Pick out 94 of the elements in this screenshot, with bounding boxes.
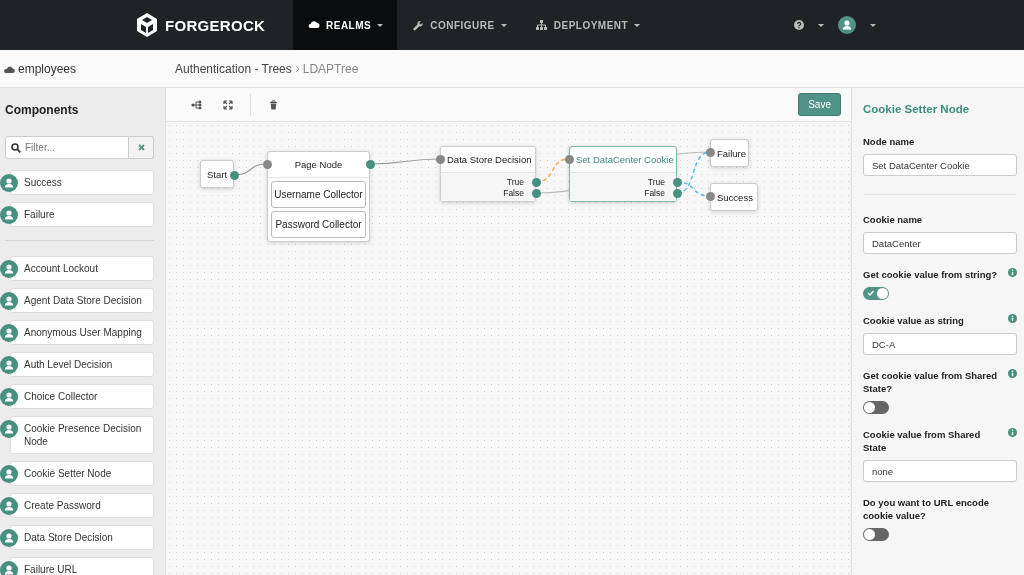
tree-node[interactable]: Page Node Username Collector Password Collector bbox=[267, 151, 370, 242]
component-item[interactable]: Choice Collector bbox=[10, 384, 154, 409]
panel-title: Cookie Setter Node bbox=[862, 102, 971, 117]
child-node[interactable]: Username Collector bbox=[271, 181, 366, 208]
node-title: Start bbox=[207, 168, 228, 180]
breadcrumb-link[interactable]: Authentication - Trees bbox=[175, 61, 292, 76]
text-field[interactable]: DataCenter bbox=[863, 232, 1017, 254]
component-item[interactable]: Success bbox=[10, 170, 154, 195]
trash-icon bbox=[268, 99, 278, 110]
help-menu-button[interactable] bbox=[794, 20, 824, 30]
help-icon bbox=[794, 20, 804, 30]
user-node-icon bbox=[0, 206, 18, 224]
input-port[interactable] bbox=[705, 147, 715, 157]
component-item[interactable]: Anonymous User Mapping bbox=[10, 320, 154, 345]
component-item[interactable]: Account Lockout bbox=[10, 256, 154, 281]
node-title: Page Node bbox=[294, 159, 343, 170]
component-item[interactable]: Agent Data Store Decision bbox=[10, 288, 154, 313]
outcome-label: False bbox=[503, 188, 524, 199]
user-node-icon bbox=[0, 561, 18, 575]
tree-node[interactable]: Failure bbox=[710, 139, 749, 167]
expand-icon bbox=[223, 99, 233, 110]
sitemap-icon bbox=[534, 18, 548, 32]
child-node[interactable]: Password Collector bbox=[271, 211, 366, 238]
text-field[interactable]: Set DataCenter Cookie bbox=[863, 154, 1017, 176]
field-label: Cookie name bbox=[863, 213, 923, 226]
save-button[interactable]: Save bbox=[798, 93, 841, 116]
realm-name: employees bbox=[18, 61, 77, 76]
output-port[interactable] bbox=[229, 170, 239, 180]
component-item[interactable]: Cookie Setter Node bbox=[10, 461, 154, 486]
component-item[interactable]: Failure URL bbox=[10, 557, 154, 575]
tree-layout-icon bbox=[190, 99, 202, 110]
close-icon bbox=[137, 144, 145, 151]
nav-tab[interactable]: CONFIGURE bbox=[397, 0, 521, 50]
filter-field[interactable]: Filter... bbox=[5, 136, 129, 159]
user-node-icon bbox=[0, 356, 18, 374]
caret-icon bbox=[870, 23, 876, 27]
check-icon bbox=[867, 290, 874, 296]
user-node-icon bbox=[0, 420, 18, 438]
caret-icon bbox=[818, 23, 824, 27]
input-port[interactable] bbox=[262, 159, 272, 169]
node-title: Data Store Decision bbox=[447, 154, 532, 165]
field-label: Get cookie value from Shared State? bbox=[863, 369, 999, 395]
outcome-label: True bbox=[647, 177, 665, 188]
sidebar-title: Components bbox=[4, 102, 80, 119]
tree-node[interactable]: Data Store Decision True False bbox=[440, 146, 536, 202]
user-node-icon bbox=[0, 260, 18, 278]
user-node-icon bbox=[0, 465, 18, 483]
component-item[interactable]: Failure bbox=[10, 202, 154, 227]
caret-icon bbox=[634, 23, 641, 27]
output-port[interactable] bbox=[365, 159, 375, 169]
user-node-icon bbox=[0, 388, 18, 406]
outcome-label: True bbox=[506, 177, 524, 188]
toggle-switch[interactable] bbox=[863, 528, 889, 541]
toggle-switch[interactable] bbox=[863, 287, 889, 300]
nav-tab[interactable]: REALMS bbox=[293, 0, 398, 50]
user-node-icon bbox=[0, 292, 18, 310]
input-port[interactable] bbox=[705, 191, 715, 201]
user-menu-button[interactable] bbox=[838, 16, 876, 34]
avatar-icon bbox=[838, 16, 856, 34]
text-field[interactable]: none bbox=[863, 460, 1017, 482]
breadcrumb-current: LDAPTree bbox=[302, 61, 359, 76]
wrench-icon bbox=[411, 18, 425, 32]
node-title: Success bbox=[717, 191, 753, 203]
outcome-label: False bbox=[644, 188, 665, 199]
user-node-icon bbox=[0, 174, 18, 192]
user-node-icon bbox=[0, 324, 18, 342]
toggle-switch[interactable] bbox=[863, 401, 889, 414]
tree-node[interactable]: Set DataCenter Cookie True False bbox=[569, 146, 677, 202]
field-label: Do you want to URL encode cookie value? bbox=[863, 496, 990, 522]
text-field[interactable]: DC-A bbox=[863, 333, 1017, 355]
logo-icon bbox=[135, 12, 159, 38]
component-item[interactable]: Create Password bbox=[10, 493, 154, 518]
brand-name: FORGEROCK bbox=[165, 16, 266, 34]
tree-node[interactable]: Start bbox=[200, 160, 234, 188]
search-icon bbox=[11, 143, 21, 153]
user-node-icon bbox=[0, 497, 18, 515]
field-label: Get cookie value from string? bbox=[863, 268, 998, 281]
node-title: Failure bbox=[717, 147, 747, 159]
node-title: Set DataCenter Cookie bbox=[576, 154, 674, 165]
component-item[interactable]: Cookie Presence Decision Node bbox=[10, 416, 154, 454]
component-item[interactable]: Auth Level Decision bbox=[10, 352, 154, 377]
user-node-icon bbox=[0, 529, 18, 547]
caret-icon bbox=[500, 23, 507, 27]
component-item[interactable]: Data Store Decision bbox=[10, 525, 154, 550]
input-port[interactable] bbox=[564, 154, 574, 164]
clear-filter-button[interactable] bbox=[129, 136, 154, 159]
field-label: Cookie value from Shared State bbox=[863, 428, 982, 454]
input-port[interactable] bbox=[435, 154, 445, 164]
caret-icon bbox=[377, 23, 384, 27]
field-label: Node name bbox=[863, 135, 915, 148]
nav-tab[interactable]: DEPLOYMENT bbox=[520, 0, 655, 50]
field-label: Cookie value as string bbox=[863, 314, 964, 327]
chevron-icon bbox=[294, 64, 300, 73]
tree-node[interactable]: Success bbox=[710, 183, 758, 211]
